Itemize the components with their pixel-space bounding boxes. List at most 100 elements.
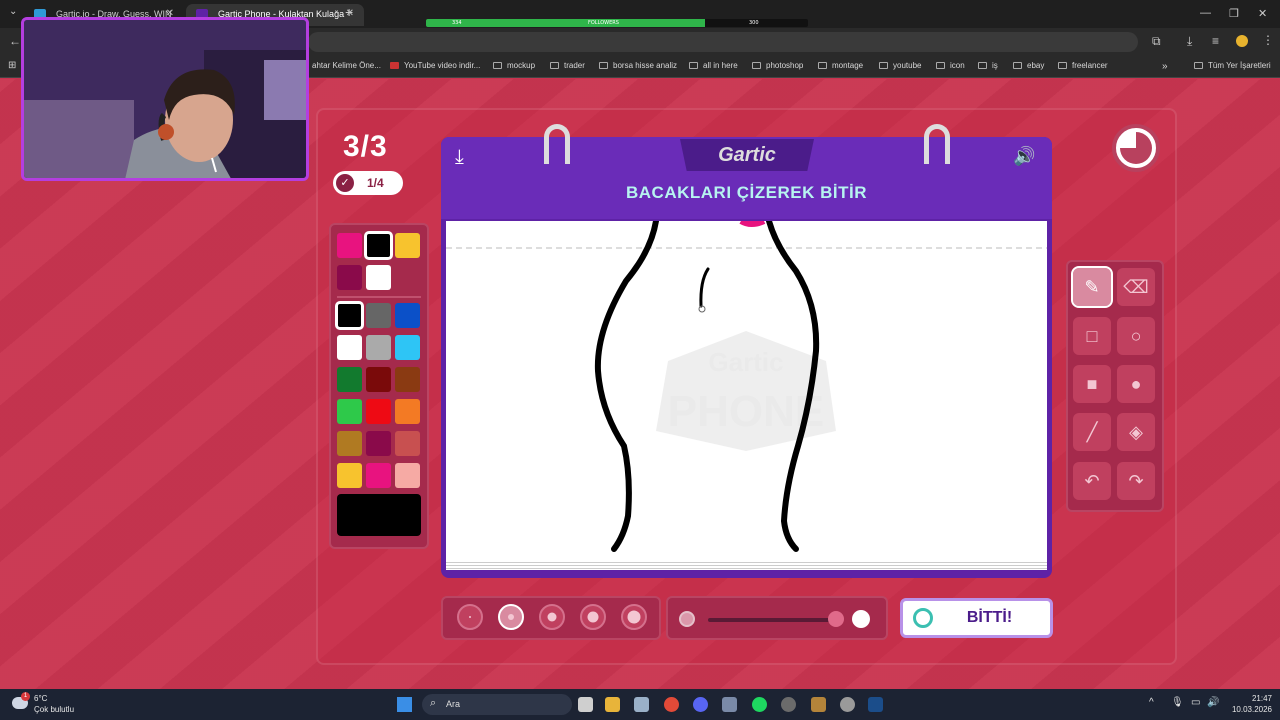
tray-chevron-icon[interactable]: ^ (1149, 697, 1154, 708)
eraser-tool-icon[interactable]: ⌫ (1117, 268, 1155, 306)
player-progress-text: 1/4 (367, 176, 384, 190)
maximize-icon[interactable]: ❐ (1229, 7, 1239, 20)
opacity-track[interactable] (708, 618, 838, 622)
color-swatch[interactable] (337, 367, 362, 392)
windows-start-icon[interactable] (397, 697, 412, 712)
apps-grid-icon[interactable]: ⊞ (8, 60, 16, 71)
color-swatch[interactable] (395, 367, 420, 392)
network-icon[interactable]: ▭ (1191, 697, 1200, 708)
all-bookmarks[interactable]: Tüm Yer İşaretleri (1194, 61, 1271, 70)
task-view-icon[interactable] (578, 697, 593, 712)
brush-size-button[interactable] (621, 604, 647, 630)
opacity-slider[interactable] (666, 596, 888, 640)
folder-icon (493, 62, 502, 69)
download-icon[interactable]: ⤓ (455, 146, 464, 169)
weather-badge: 1 (21, 692, 30, 701)
color-swatch[interactable] (395, 431, 420, 456)
sound-icon[interactable]: 🔊 (1013, 146, 1035, 167)
app-icon[interactable] (722, 697, 737, 712)
bookmark-folder[interactable]: youtube (879, 61, 921, 70)
clock-time[interactable]: 21:47 (1236, 694, 1272, 703)
bookmark-item[interactable]: ahtar Kelime Öne... (312, 61, 381, 70)
menu-kebab-icon[interactable]: ⋮ (1262, 33, 1274, 47)
bookmark-folder[interactable]: montage (818, 61, 863, 70)
color-swatch[interactable] (366, 335, 391, 360)
volume-icon[interactable]: 🔊 (1207, 697, 1219, 708)
redo-icon[interactable]: ↷ (1117, 462, 1155, 500)
color-swatch[interactable] (337, 431, 362, 456)
discord-icon[interactable] (693, 697, 708, 712)
line-tool-icon[interactable]: ╱ (1073, 413, 1111, 451)
brush-size-button[interactable] (457, 604, 483, 630)
color-swatch[interactable] (366, 367, 391, 392)
player-progress-badge: ✓ 1/4 (333, 171, 403, 195)
rectangle-fill-tool-icon[interactable]: ■ (1073, 365, 1111, 403)
bookmark-folder[interactable]: ebay (1013, 61, 1044, 70)
opacity-knob[interactable] (828, 611, 844, 627)
follower-goal-bar: 334 FOLLOWERS 300 (426, 19, 808, 27)
brush-size-button[interactable] (580, 604, 606, 630)
minimize-icon[interactable]: — (1200, 7, 1211, 19)
color-swatch[interactable] (337, 463, 362, 488)
color-swatch[interactable] (335, 301, 364, 330)
folder-icon (689, 62, 698, 69)
folder-icon (1194, 62, 1203, 69)
chrome-icon[interactable] (664, 697, 679, 712)
color-swatch[interactable] (337, 399, 362, 424)
color-swatch[interactable] (366, 303, 391, 328)
bookmark-item[interactable]: YouTube video indir... (390, 61, 480, 70)
taskbar-search[interactable]: ⌕ Ara (422, 694, 572, 715)
brush-size-dot (627, 610, 641, 624)
brush-size-button[interactable] (498, 604, 524, 630)
omnibox[interactable] (308, 32, 1138, 52)
store-icon[interactable] (634, 697, 649, 712)
bucket-fill-tool-icon[interactable]: ◈ (1117, 413, 1155, 451)
done-button[interactable]: BİTTİ! (900, 598, 1053, 638)
rectangle-outline-tool-icon[interactable]: □ (1073, 317, 1111, 355)
media-icon[interactable]: ≡ (1212, 34, 1219, 48)
steam-icon[interactable] (868, 697, 883, 712)
app-icon[interactable] (811, 697, 826, 712)
color-swatch[interactable] (337, 265, 362, 290)
bookmark-folder[interactable]: iş (978, 61, 998, 70)
color-swatch[interactable] (366, 399, 391, 424)
settings-gear-icon[interactable] (840, 697, 855, 712)
color-swatch[interactable] (395, 233, 420, 258)
bookmark-folder[interactable]: photoshop (752, 61, 803, 70)
color-swatch[interactable] (364, 231, 393, 260)
clock-date[interactable]: 10.03.2026 (1222, 705, 1272, 714)
color-swatch[interactable] (366, 463, 391, 488)
color-swatch[interactable] (337, 335, 362, 360)
color-swatch[interactable] (366, 265, 391, 290)
spotify-icon[interactable] (752, 697, 767, 712)
profile-avatar-icon[interactable] (1236, 35, 1248, 47)
microphone-icon[interactable]: 🎙 (1171, 697, 1184, 708)
file-explorer-icon[interactable] (605, 697, 620, 712)
close-window-icon[interactable]: ✕ (1258, 7, 1267, 20)
download-icon[interactable]: ⤓ (1187, 34, 1192, 49)
color-swatch[interactable] (395, 335, 420, 360)
color-swatch[interactable] (395, 463, 420, 488)
new-tab-icon[interactable]: + (345, 4, 353, 20)
color-swatch[interactable] (366, 431, 391, 456)
color-swatch[interactable] (395, 399, 420, 424)
bookmark-folder[interactable]: icon (936, 61, 965, 70)
extensions-icon[interactable]: ⧉ (1152, 34, 1161, 49)
back-icon[interactable]: ← (9, 34, 21, 48)
bookmark-folder[interactable]: freelancer (1058, 61, 1108, 70)
ellipse-fill-tool-icon[interactable]: ● (1117, 365, 1155, 403)
brush-size-button[interactable] (539, 604, 565, 630)
bookmark-folder[interactable]: mockup (493, 61, 535, 70)
color-swatch[interactable] (337, 233, 362, 258)
tab-list-chevron-icon[interactable]: ⌄ (9, 6, 17, 17)
ellipse-outline-tool-icon[interactable]: ○ (1117, 317, 1155, 355)
drawing-canvas[interactable]: Gartic PHONE (446, 221, 1047, 567)
bookmarks-overflow-icon[interactable]: » (1162, 61, 1168, 72)
bookmark-folder[interactable]: trader (550, 61, 585, 70)
pencil-tool-icon[interactable]: ✎ (1071, 266, 1113, 308)
undo-icon[interactable]: ↶ (1073, 462, 1111, 500)
color-swatch[interactable] (395, 303, 420, 328)
obs-icon[interactable] (781, 697, 796, 712)
bookmark-folder[interactable]: all in here (689, 61, 738, 70)
bookmark-folder[interactable]: borsa hisse analiz (599, 61, 677, 70)
